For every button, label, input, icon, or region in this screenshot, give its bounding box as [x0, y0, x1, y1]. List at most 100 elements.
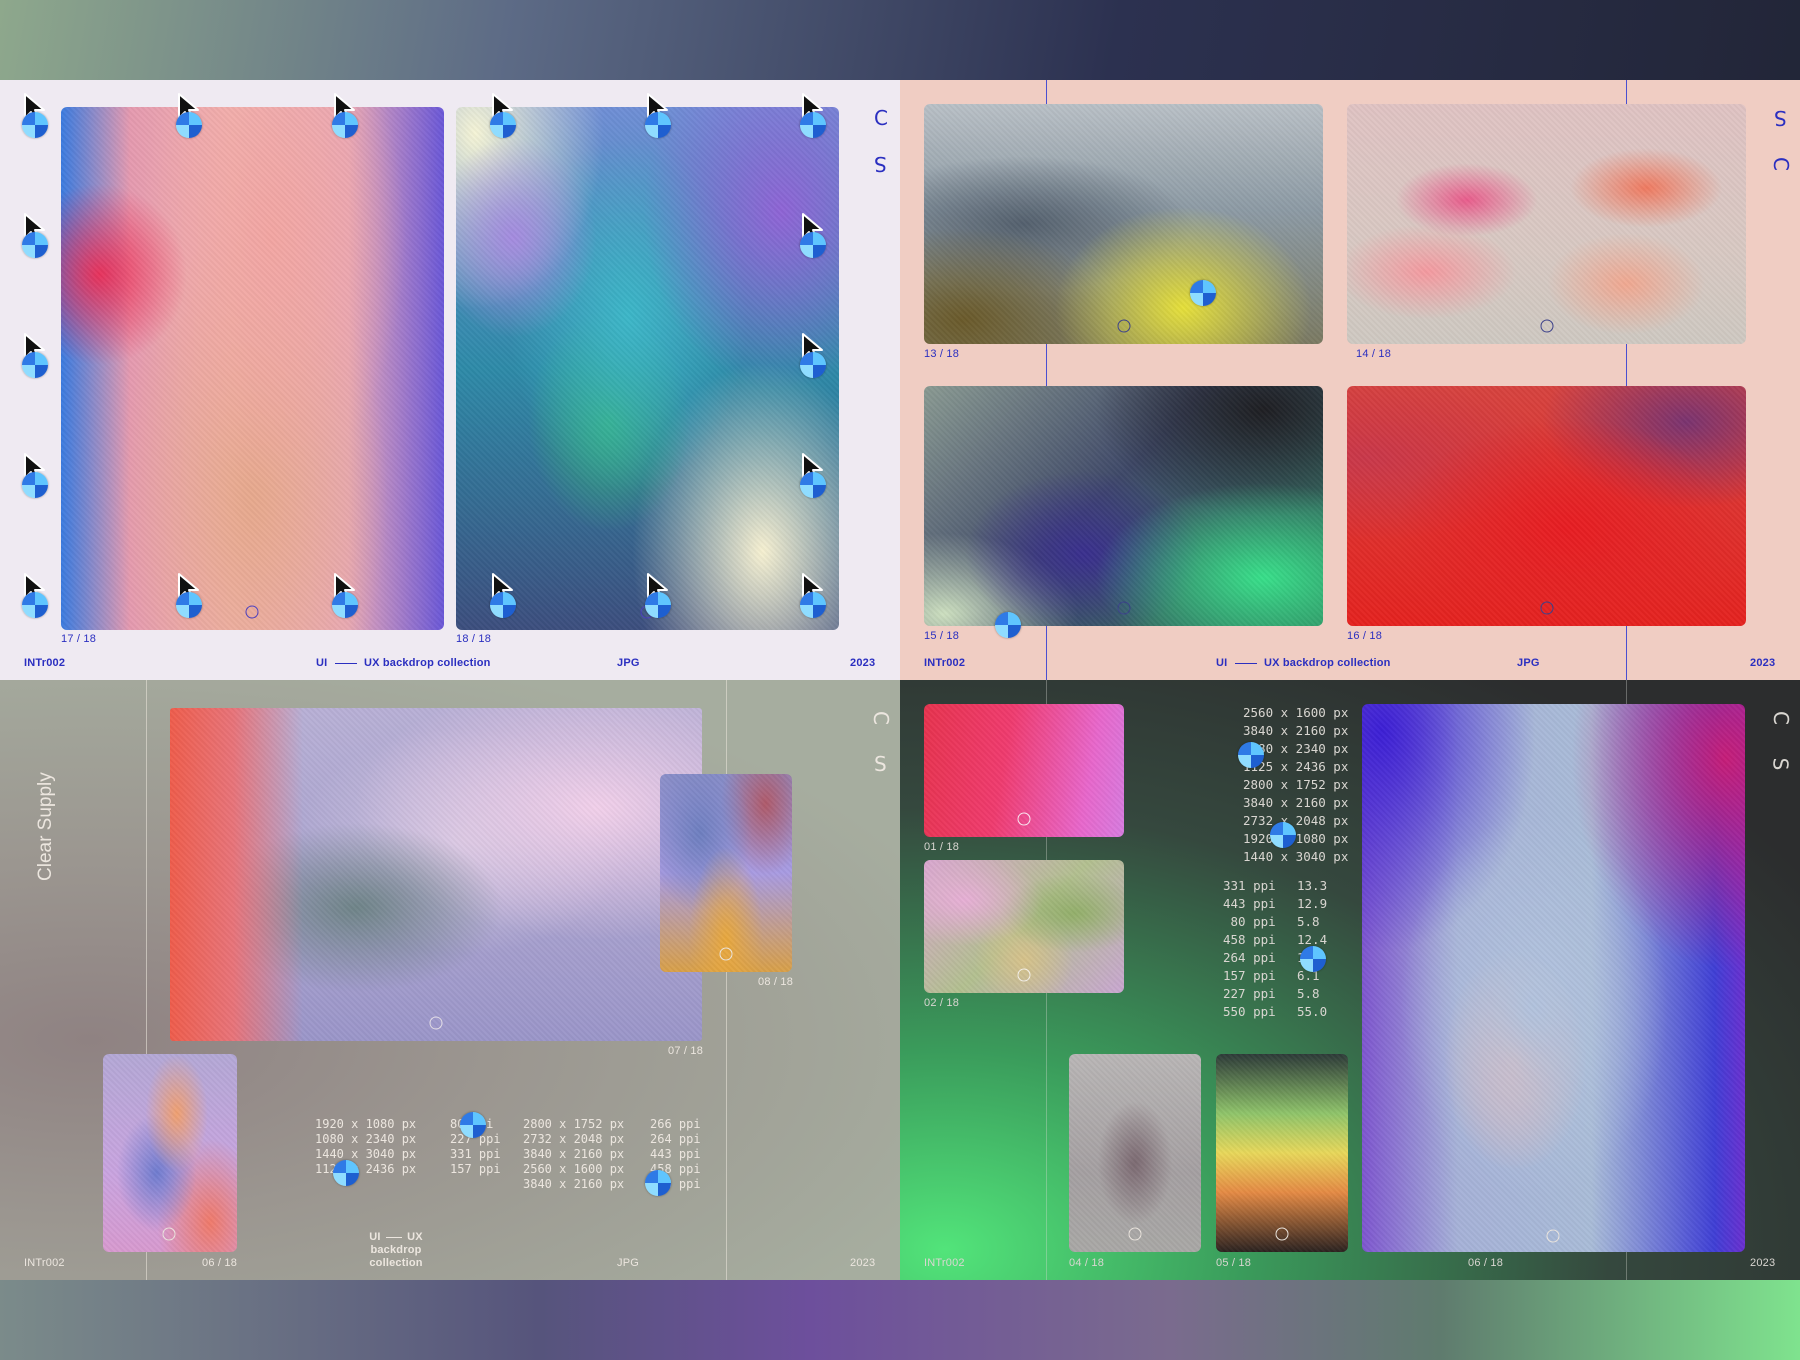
card-05-label: 05 / 18 — [1216, 1257, 1252, 1269]
backdrop-card-17[interactable] — [61, 107, 444, 630]
spinning-wheel-icon — [176, 112, 202, 138]
spinning-wheel-icon — [1300, 946, 1326, 972]
c-glyph: C — [874, 106, 888, 130]
bottom-gradient-band — [0, 1280, 1800, 1360]
spinning-wheel-icon — [22, 592, 48, 618]
backdrop-card-01[interactable] — [924, 704, 1124, 837]
backdrop-card-16[interactable] — [1347, 386, 1746, 626]
circle-marker-icon — [1540, 601, 1554, 615]
card-02-label: 02 / 18 — [924, 997, 960, 1009]
spinning-wheel-icon — [176, 592, 202, 618]
s-glyph: S — [1768, 757, 1793, 771]
brand-name: Clear Supply — [35, 772, 56, 881]
card-17-label: 17 / 18 — [61, 633, 97, 645]
backdrop-card-07[interactable] — [170, 708, 702, 1041]
footer-ui: UI — [369, 1231, 381, 1243]
circle-marker-icon — [1017, 968, 1031, 982]
c-glyph: C — [1768, 157, 1793, 171]
spinning-wheel-icon — [332, 592, 358, 618]
circle-marker-icon — [1117, 319, 1131, 333]
card-06b-label: 06 / 18 — [1468, 1257, 1504, 1269]
dash-line — [1234, 662, 1257, 664]
spinning-wheel-icon — [490, 592, 516, 618]
footer-year: 2023 — [850, 657, 876, 669]
c-glyph: C — [868, 711, 893, 725]
backdrop-card-06b[interactable] — [1362, 704, 1745, 1252]
backdrop-card-13[interactable] — [924, 104, 1323, 344]
circle-marker-icon — [1275, 1227, 1289, 1241]
spinning-wheel-icon — [22, 472, 48, 498]
resolution-list: 2560 x 1600 px 3840 x 2160 px 1080 x 234… — [1243, 705, 1349, 864]
s-glyph: S — [874, 752, 887, 776]
footer-ui: UI — [1216, 657, 1228, 669]
circle-marker-icon — [1546, 1229, 1560, 1243]
backdrop-card-18[interactable] — [456, 107, 839, 630]
spinning-wheel-icon — [332, 112, 358, 138]
circle-marker-icon — [162, 1227, 176, 1241]
card-18-label: 18 / 18 — [456, 633, 492, 645]
guide-line — [726, 680, 727, 1280]
footer-year: 2023 — [1750, 657, 1776, 669]
circle-marker-icon — [1540, 319, 1554, 333]
spinning-wheel-icon — [333, 1160, 359, 1186]
panel-clear-supply: Clear Supply 07 / 18 08 / 18 06 / 18 192… — [0, 680, 900, 1280]
circle-marker-icon — [719, 947, 733, 961]
footer-collection: UX backdrop collection — [1263, 657, 1391, 669]
footer-ui: UI — [316, 657, 328, 669]
footer-title: UI UX backdrop collection — [316, 657, 491, 669]
footer-collection: UX backdrop collection — [363, 657, 491, 669]
card-13-label: 13 / 18 — [924, 348, 960, 360]
footer-code: INTr002 — [924, 657, 966, 669]
circle-marker-icon — [245, 605, 259, 619]
panel-backdrops-17-18: 17 / 18 18 / 18 C S INTr002 UI UX backdr… — [0, 80, 900, 680]
backdrop-card-08[interactable] — [660, 774, 792, 972]
spinning-wheel-icon — [1238, 742, 1264, 768]
spinning-wheel-icon — [800, 112, 826, 138]
backdrop-card-15[interactable] — [924, 386, 1323, 626]
footer-year: 2023 — [1750, 1257, 1776, 1269]
dash-line — [334, 662, 357, 664]
footer-format: JPG — [617, 657, 640, 669]
circle-marker-icon — [1017, 812, 1031, 826]
s-glyph: S — [874, 152, 887, 176]
card-07-label: 07 / 18 — [668, 1045, 704, 1057]
c-glyph: C — [1768, 711, 1793, 725]
spinning-wheel-icon — [800, 592, 826, 618]
card-01-label: 01 / 18 — [924, 841, 960, 853]
spinning-wheel-icon — [490, 112, 516, 138]
spinning-wheel-icon — [1190, 280, 1216, 306]
backdrop-card-14[interactable] — [1347, 104, 1746, 344]
dash-line — [385, 1236, 402, 1238]
footer-format: JPG — [617, 1257, 639, 1269]
spinning-wheel-icon — [645, 592, 671, 618]
card-14-label: 14 / 18 — [1356, 348, 1392, 360]
card-04-label: 04 / 18 — [1069, 1257, 1105, 1269]
panel-backdrops-13-16: 13 / 18 14 / 18 15 / 18 16 / 18 S C INTr… — [900, 80, 1800, 680]
ppi-list: 331 ppi 443 ppi 80 ppi 458 ppi 264 ppi 1… — [1223, 878, 1276, 1019]
circle-marker-icon — [1117, 601, 1131, 615]
spinning-wheel-icon — [645, 1170, 671, 1196]
spinning-wheel-icon — [460, 1112, 486, 1138]
spinning-wheel-icon — [995, 612, 1021, 638]
spinning-wheel-icon — [22, 352, 48, 378]
spec-resolutions-2: 2800 x 1752 px 2732 x 2048 px 3840 x 216… — [523, 1117, 625, 1191]
spinning-wheel-icon — [22, 232, 48, 258]
footer-year: 2023 — [850, 1257, 876, 1269]
footer-code: INTr002 — [24, 657, 66, 669]
spinning-wheel-icon — [22, 112, 48, 138]
spinning-wheel-icon — [1270, 822, 1296, 848]
backdrop-card-05[interactable] — [1216, 1054, 1348, 1252]
card-08-label: 08 / 18 — [758, 976, 794, 988]
card-15-label: 15 / 18 — [924, 630, 960, 642]
card-16-label: 16 / 18 — [1347, 630, 1383, 642]
backdrop-card-04[interactable] — [1069, 1054, 1201, 1252]
circle-marker-icon — [429, 1016, 443, 1030]
footer-format: JPG — [1517, 657, 1540, 669]
spinning-wheel-icon — [800, 352, 826, 378]
backdrop-card-06[interactable] — [103, 1054, 237, 1252]
spec-resolutions-1: 1920 x 1080 px 1080 x 2340 px 1440 x 304… — [315, 1117, 417, 1176]
s-glyph: S — [1774, 106, 1787, 130]
backdrop-card-02[interactable] — [924, 860, 1124, 993]
spinning-wheel-icon — [645, 112, 671, 138]
spinning-wheel-icon — [800, 472, 826, 498]
